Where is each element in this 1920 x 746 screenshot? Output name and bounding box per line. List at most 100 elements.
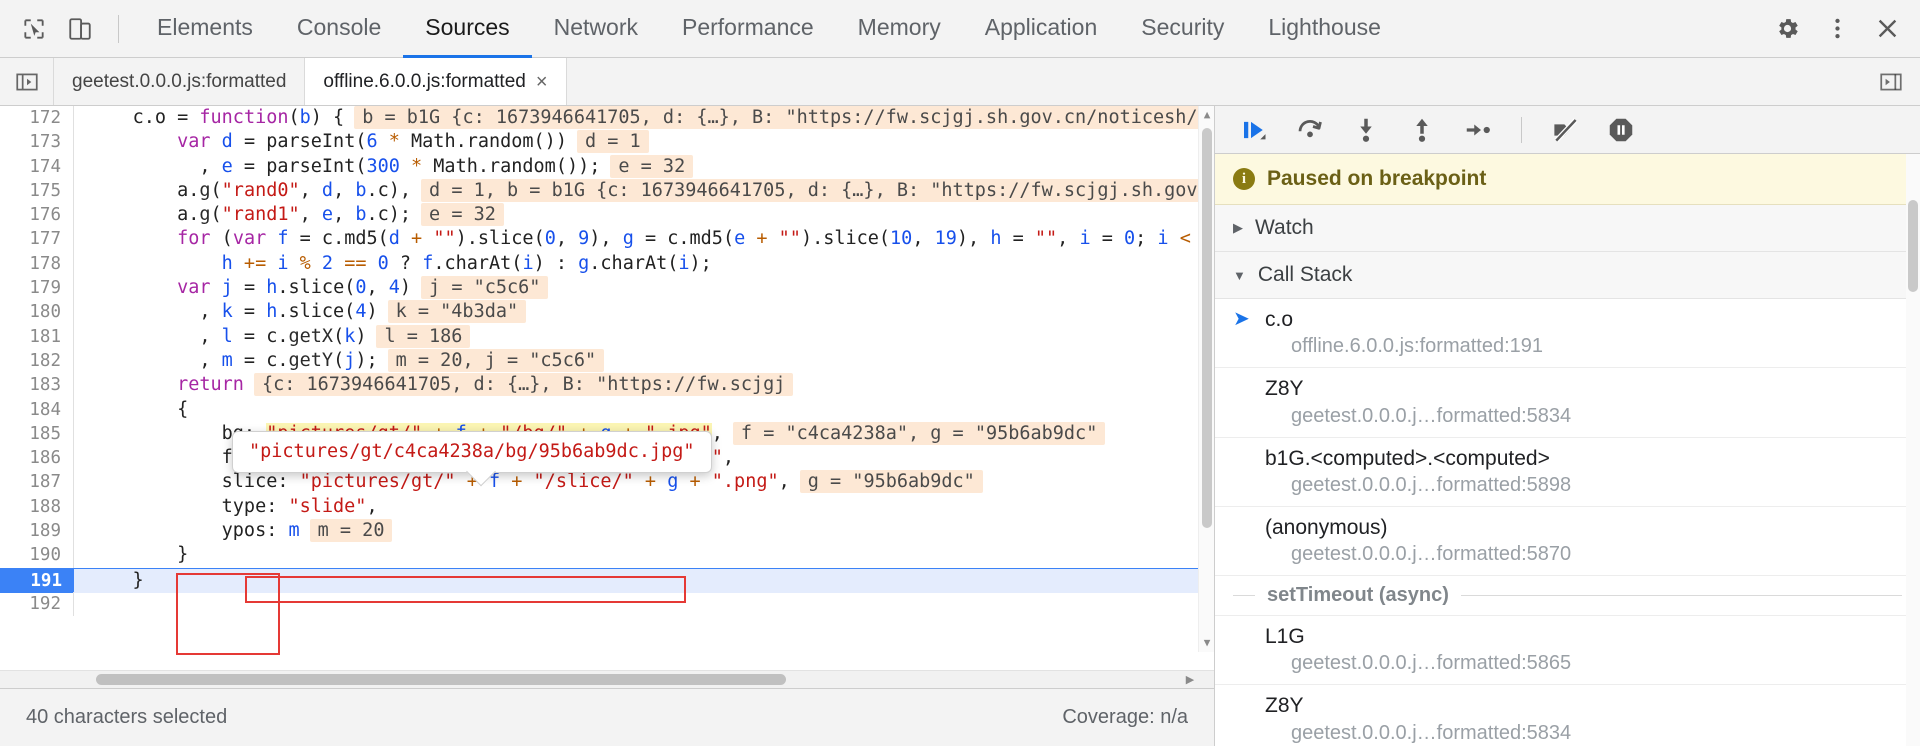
editor-vscroll-thumb[interactable] — [1202, 128, 1212, 528]
async-label: setTimeout (async) — [1267, 584, 1449, 606]
source-code-editor[interactable]: 172 c.o = function(b) {b = b1G {c: 16739… — [0, 106, 1214, 670]
pause-on-exceptions-icon[interactable] — [1604, 113, 1638, 147]
code-line-current[interactable]: 191 } — [0, 567, 1214, 593]
gear-icon[interactable] — [1764, 6, 1810, 52]
line-number: 179 — [0, 276, 74, 301]
tab-memory[interactable]: Memory — [836, 0, 963, 58]
call-stack-frame[interactable]: (anonymous) geetest.0.0.0.j…formatted:58… — [1215, 507, 1920, 576]
line-number: 175 — [0, 178, 74, 204]
inline-value-hint: k = "4b3da" — [387, 300, 527, 324]
async-rule-left — [1233, 595, 1255, 596]
tab-sources[interactable]: Sources — [403, 0, 532, 58]
call-stack-frame-selected[interactable]: ➤ c.o offline.6.0.0.js:formatted:191 — [1215, 299, 1920, 369]
deactivate-breakpoints-icon[interactable] — [1548, 113, 1582, 147]
tab-label: Elements — [157, 13, 253, 40]
inspect-cursor-icon[interactable] — [14, 9, 54, 49]
chevron-right-icon[interactable]: ▶ — [1233, 220, 1243, 236]
call-stack-list: ➤ c.o offline.6.0.0.js:formatted:191 Z8Y… — [1215, 299, 1920, 746]
code-line[interactable]: 179 var j = h.slice(0, 4) j = "c5c6" — [0, 276, 1214, 301]
file-tab-offline[interactable]: offline.6.0.0.js:formatted × — [305, 58, 567, 105]
code-line[interactable]: 192 — [0, 591, 1214, 617]
inline-value-hint: f = "c4ca4238a", g = "95b6ab9dc" — [732, 421, 1106, 445]
call-stack-section-header[interactable]: ▼ Call Stack — [1215, 252, 1920, 299]
call-stack-frame[interactable]: b1G.<computed>.<computed> geetest.0.0.0.… — [1215, 438, 1920, 507]
line-content: c.o = function(b) {b = b1G {c: 167394664… — [74, 106, 1214, 130]
code-line[interactable]: 180 , k = h.slice(4) k = "4b3da" — [0, 300, 1214, 325]
line-number: 176 — [0, 203, 74, 228]
current-frame-arrow-icon: ➤ — [1233, 308, 1250, 330]
code-line[interactable]: 177 for (var f = c.md5(d + "").slice(0, … — [0, 227, 1214, 252]
watch-section-label: Watch — [1255, 216, 1314, 239]
code-line[interactable]: 184 { — [0, 397, 1214, 422]
inline-value-hint: g = "95b6ab9dc" — [799, 470, 983, 494]
line-content: , m = c.getY(j); m = 20, j = "c5c6" — [74, 348, 1214, 373]
tab-application[interactable]: Application — [963, 0, 1120, 58]
code-line[interactable]: 174 , e = parseInt(300 * Math.random());… — [0, 154, 1214, 179]
call-stack-frame[interactable]: L1G geetest.0.0.0.j…formatted:5865 — [1215, 616, 1920, 686]
code-line[interactable]: 173 var d = parseInt(6 * Math.random()) d… — [0, 130, 1214, 155]
inline-value-hint: e = 32 — [421, 203, 504, 227]
kebab-menu-icon[interactable] — [1814, 6, 1860, 52]
code-line[interactable]: 181 , l = c.getX(k) l = 186 — [0, 324, 1214, 349]
watch-section-header[interactable]: ▶ Watch — [1215, 205, 1920, 252]
close-icon[interactable] — [1864, 6, 1910, 52]
async-rule-right — [1460, 595, 1902, 596]
tab-security[interactable]: Security — [1119, 0, 1246, 58]
scroll-right-arrow-icon[interactable]: ▶ — [1182, 671, 1198, 689]
step-over-icon[interactable] — [1293, 113, 1327, 147]
file-tab-label: offline.6.0.0.js:formatted — [323, 70, 526, 92]
sidebar-vscroll-thumb[interactable] — [1908, 200, 1918, 292]
frame-location: geetest.0.0.0.j…formatted:5898 — [1291, 473, 1572, 496]
code-line[interactable]: 182 , m = c.getY(j); m = 20, j = "c5c6" — [0, 348, 1214, 374]
frame-location: offline.6.0.0.js:formatted:191 — [1291, 335, 1544, 358]
line-content: ypos: mm = 20 — [74, 519, 1214, 543]
inline-value-hint: m = 20, j = "c5c6" — [387, 348, 605, 372]
show-debugger-icon[interactable] — [1862, 58, 1920, 105]
code-line[interactable]: 189 ypos: mm = 20 — [0, 519, 1214, 544]
code-line[interactable]: 176 a.g("rand1", e, b.c); e = 32 — [0, 203, 1214, 228]
editor-horizontal-scrollbar[interactable]: ◀ ▶ — [0, 670, 1214, 688]
code-line[interactable]: 172 c.o = function(b) {b = b1G {c: 16739… — [0, 106, 1214, 131]
call-stack-frame[interactable]: Z8Y geetest.0.0.0.j…formatted:5834 — [1215, 685, 1920, 746]
code-line[interactable]: 190 } — [0, 543, 1214, 568]
tab-lighthouse[interactable]: Lighthouse — [1246, 0, 1403, 58]
tab-label: Sources — [425, 13, 510, 40]
line-number: 181 — [0, 324, 74, 349]
tab-elements[interactable]: Elements — [135, 0, 275, 58]
tab-console[interactable]: Console — [275, 0, 403, 58]
step-icon[interactable] — [1461, 113, 1495, 147]
device-toolbar-icon[interactable] — [60, 9, 100, 49]
editor-hscroll-thumb[interactable] — [96, 674, 786, 685]
step-into-icon[interactable] — [1349, 113, 1383, 147]
line-content: type: "slide", — [221, 495, 378, 517]
frame-body: (anonymous) geetest.0.0.0.j…formatted:58… — [1265, 515, 1902, 566]
tab-label: Application — [984, 13, 1098, 40]
resume-icon[interactable] — [1237, 113, 1271, 147]
tab-network[interactable]: Network — [532, 0, 660, 58]
scroll-up-arrow-icon[interactable]: ▲ — [1199, 106, 1214, 124]
close-icon[interactable]: × — [536, 72, 548, 92]
frame-name: (anonymous) — [1265, 515, 1388, 539]
scroll-down-arrow-icon[interactable]: ▼ — [1199, 634, 1214, 652]
step-out-icon[interactable] — [1405, 113, 1439, 147]
source-editor-container: 172 c.o = function(b) {b = b1G {c: 16739… — [0, 106, 1215, 746]
line-content: var j = h.slice(0, 4) j = "c5c6" — [74, 276, 1214, 300]
line-number: 174 — [0, 154, 74, 179]
frame-location: geetest.0.0.0.j…formatted:5834 — [1291, 721, 1572, 744]
code-line[interactable]: 178 h += i % 2 == 0 ? f.charAt(i) : g.ch… — [0, 251, 1214, 277]
sidebar-vertical-scrollbar[interactable] — [1906, 154, 1920, 746]
code-line[interactable]: 175 a.g("rand0", d, b.c), d = 1, b = b1G … — [0, 178, 1214, 204]
file-tab-geetest[interactable]: geetest.0.0.0.js:formatted — [54, 58, 306, 105]
tab-performance[interactable]: Performance — [660, 0, 836, 58]
chevron-down-icon[interactable]: ▼ — [1233, 268, 1246, 283]
call-stack-frame[interactable]: Z8Y geetest.0.0.0.j…formatted:5834 — [1215, 368, 1920, 438]
code-line[interactable]: 183 return {c: 1673946641705, d: {…}, B: … — [0, 373, 1214, 398]
code-line[interactable]: 188 type: "slide", — [0, 494, 1214, 520]
show-navigator-icon[interactable] — [0, 58, 54, 105]
line-content: , l = c.getX(k) l = 186 — [74, 324, 1214, 349]
inline-value-hint: l = 186 — [376, 324, 471, 348]
editor-vertical-scrollbar[interactable]: ▲ ▼ — [1198, 106, 1214, 652]
line-content: { — [88, 398, 189, 420]
inline-value-hint: e = 32 — [610, 154, 694, 178]
code-line[interactable]: 187 slice: "pictures/gt/" + f + "/slice/… — [0, 470, 1214, 495]
